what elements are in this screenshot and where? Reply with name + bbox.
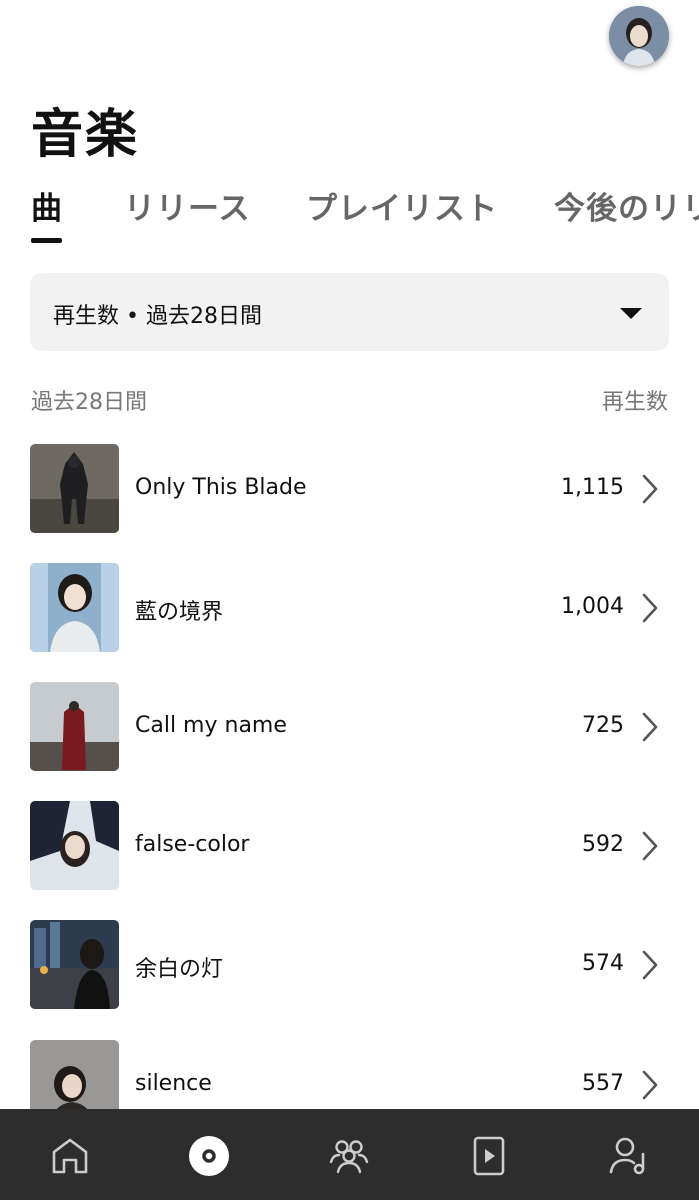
track-play-count: 725 bbox=[582, 713, 624, 738]
music-page: 音楽 曲 リリース プレイリスト 今後のリリ 再生数 • 過去28日間 過去28… bbox=[0, 0, 699, 1200]
chevron-right-icon bbox=[635, 829, 665, 863]
chevron-right-icon bbox=[635, 710, 665, 744]
track-play-count: 557 bbox=[582, 1071, 624, 1096]
video-icon[interactable] bbox=[467, 1134, 511, 1178]
track-artwork bbox=[30, 920, 119, 1009]
track-artwork bbox=[30, 801, 119, 890]
page-title: 音楽 bbox=[31, 105, 140, 165]
tab-songs[interactable]: 曲 bbox=[31, 183, 63, 228]
tab-playlists[interactable]: プレイリスト bbox=[306, 183, 498, 228]
track-title: false-color bbox=[135, 832, 250, 857]
chevron-right-icon bbox=[635, 591, 665, 625]
track-title: 余白の灯 bbox=[135, 957, 224, 982]
track-row[interactable]: false-color 592 bbox=[30, 801, 669, 891]
track-artwork bbox=[30, 682, 119, 771]
list-metric-label: 再生数 bbox=[601, 390, 668, 415]
active-tab-indicator bbox=[31, 238, 62, 243]
track-play-count: 1,115 bbox=[561, 475, 624, 500]
dropdown-selected-value: 再生数 • 過去28日間 bbox=[53, 304, 262, 329]
chevron-right-icon bbox=[635, 472, 665, 506]
tab-releases[interactable]: リリース bbox=[124, 183, 250, 228]
track-play-count: 592 bbox=[582, 832, 624, 857]
track-title: silence bbox=[135, 1071, 212, 1096]
track-title: Call my name bbox=[135, 713, 287, 738]
chevron-right-icon bbox=[635, 948, 665, 982]
audience-icon[interactable] bbox=[327, 1134, 371, 1178]
tab-upcoming-releases[interactable]: 今後のリリ bbox=[554, 183, 699, 228]
track-row[interactable]: 余白の灯 574 bbox=[30, 920, 669, 1010]
track-title: Only This Blade bbox=[135, 475, 307, 500]
track-row[interactable]: 藍の境界 1,004 bbox=[30, 563, 669, 653]
track-row[interactable]: Call my name 725 bbox=[30, 682, 669, 772]
sort-period-dropdown[interactable]: 再生数 • 過去28日間 bbox=[30, 273, 669, 351]
music-disc-icon[interactable] bbox=[187, 1134, 231, 1178]
avatar-photo bbox=[609, 6, 669, 66]
user-avatar[interactable] bbox=[609, 6, 669, 66]
bottom-navigation bbox=[0, 1109, 699, 1200]
track-title: 藍の境界 bbox=[135, 600, 224, 625]
track-row[interactable]: Only This Blade 1,115 bbox=[30, 444, 669, 534]
home-icon[interactable] bbox=[48, 1134, 92, 1178]
list-period-label: 過去28日間 bbox=[31, 390, 147, 415]
track-artwork bbox=[30, 563, 119, 652]
track-artwork bbox=[30, 444, 119, 533]
artist-icon[interactable] bbox=[607, 1134, 651, 1178]
caret-down-icon bbox=[620, 308, 642, 319]
track-play-count: 1,004 bbox=[561, 594, 624, 619]
chevron-right-icon bbox=[635, 1068, 665, 1102]
track-play-count: 574 bbox=[582, 951, 624, 976]
